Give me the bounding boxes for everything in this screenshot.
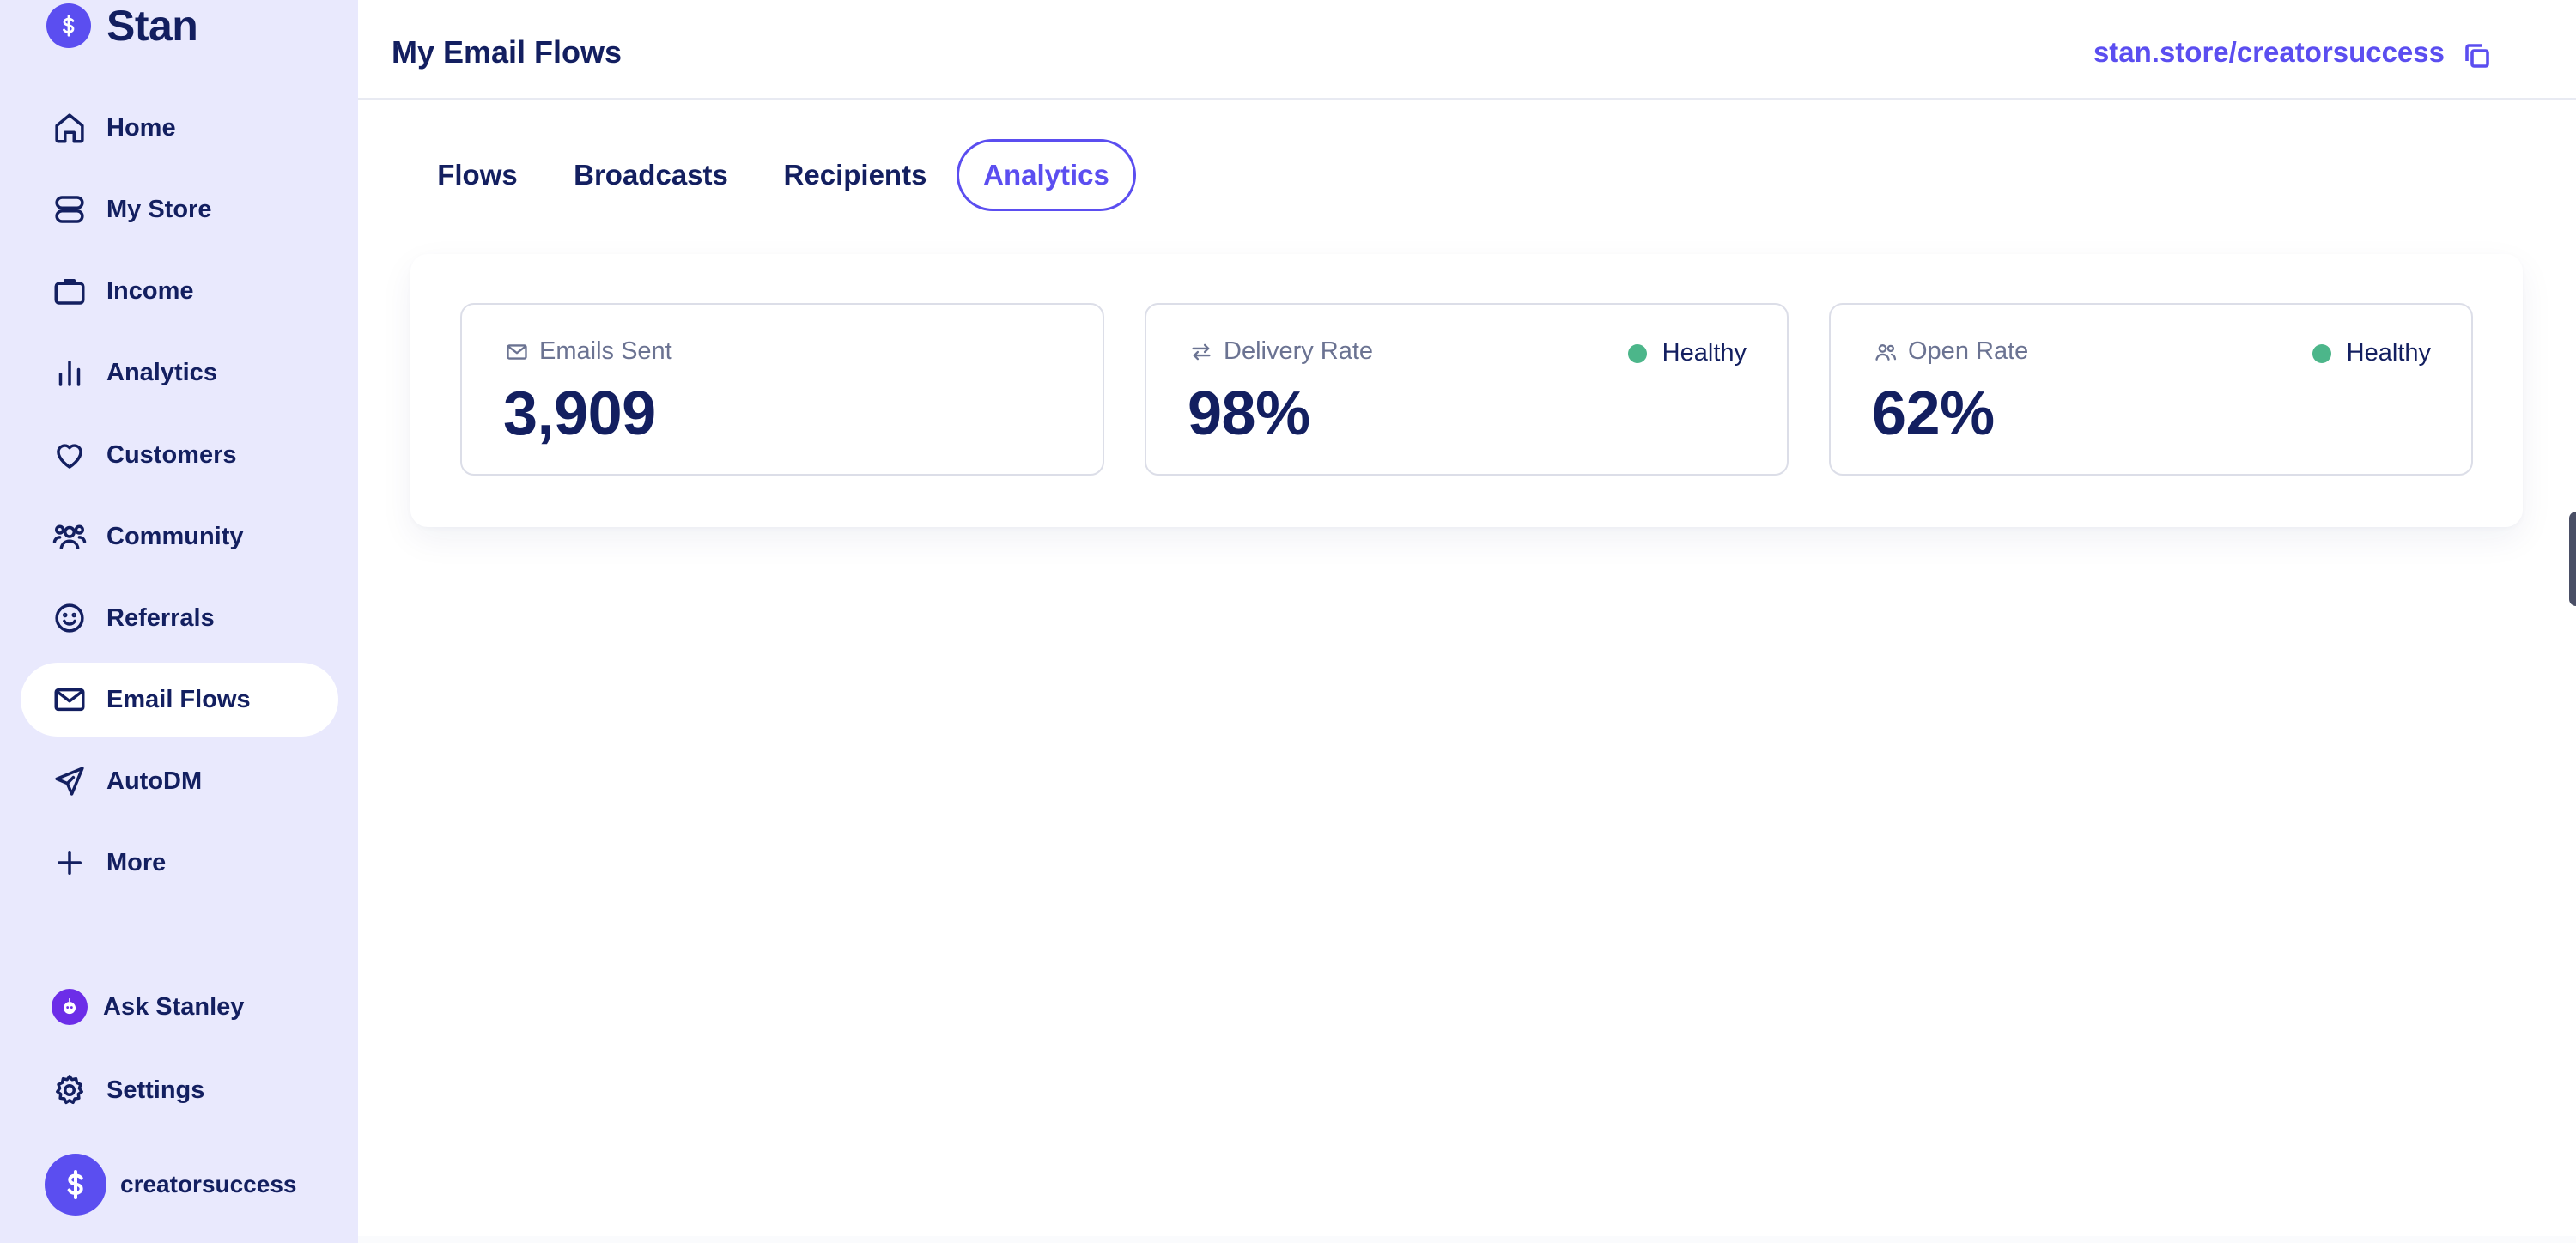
sidebar-item-label: More <box>106 848 167 876</box>
dollar-icon <box>67 1170 83 1199</box>
sidebar-item-settings[interactable]: Settings <box>21 1053 338 1127</box>
stat-open-rate: Open Rate 62% Healthy <box>1829 303 2473 476</box>
sidebar-item-label: AutoDM <box>106 767 203 795</box>
home-icon <box>50 108 89 148</box>
sidebar-item-label: Settings <box>106 1076 205 1104</box>
sidebar-item-income[interactable]: Income <box>21 254 338 328</box>
sidebar-item-more[interactable]: More <box>21 826 338 900</box>
stanley-icon-wrap <box>50 987 89 1027</box>
page-title: My Email Flows <box>392 34 623 70</box>
store-link[interactable]: stan.store/creatorsuccess <box>2093 36 2445 69</box>
tab-flows[interactable]: Flows <box>423 139 532 211</box>
stat-label: Emails Sent <box>505 337 672 366</box>
users-icon <box>1875 343 1897 361</box>
sidebar-item-home[interactable]: Home <box>21 91 338 165</box>
sidebar-item-label: Referrals <box>106 603 215 632</box>
store-icon <box>50 190 89 229</box>
stanley-icon <box>52 989 88 1025</box>
gear-icon <box>50 1070 89 1110</box>
sidebar-item-autodm[interactable]: AutoDM <box>21 744 338 818</box>
plus-icon <box>50 843 89 882</box>
status-text: Healthy <box>1662 339 1747 367</box>
stat-value: 62% <box>1872 379 1995 448</box>
sidebar: Stan Home My Store Income Analytics Cust… <box>0 0 358 1243</box>
sidebar-item-label: Home <box>106 113 176 142</box>
heart-icon <box>50 435 89 475</box>
mail-icon <box>50 680 89 719</box>
briefcase-icon <box>50 271 89 311</box>
send-icon <box>50 761 89 801</box>
brand[interactable]: Stan <box>46 2 198 50</box>
analytics-card: Emails Sent 3,909 Delivery Rate 98% Heal… <box>410 254 2523 527</box>
side-drawer-handle[interactable] <box>2569 512 2576 606</box>
sidebar-item-label: Analytics <box>106 358 217 386</box>
stat-label-text: Emails Sent <box>539 337 672 365</box>
brand-name: Stan <box>106 2 198 50</box>
tab-analytics[interactable]: Analytics <box>957 139 1136 211</box>
smile-icon <box>50 598 89 638</box>
mail-icon <box>507 343 527 360</box>
sidebar-item-community[interactable]: Community <box>21 500 338 573</box>
sidebar-item-email-flows[interactable]: Email Flows <box>21 663 338 737</box>
stat-label: Delivery Rate <box>1189 337 1373 366</box>
sidebar-item-my-store[interactable]: My Store <box>21 173 338 246</box>
tab-broadcasts[interactable]: Broadcasts <box>561 139 741 211</box>
tab-recipients[interactable]: Recipients <box>770 139 940 211</box>
sidebar-item-label: Customers <box>106 440 237 469</box>
status-text: Healthy <box>2346 339 2431 367</box>
stat-label-text: Delivery Rate <box>1224 337 1374 365</box>
dollar-icon <box>46 3 91 48</box>
swap-arrows-icon <box>1192 343 1211 360</box>
copy-icon[interactable] <box>2460 39 2494 73</box>
sidebar-item-referrals[interactable]: Referrals <box>21 581 338 655</box>
stat-label: Open Rate <box>1874 337 2028 366</box>
avatar <box>45 1154 106 1216</box>
stat-delivery-rate: Delivery Rate 98% Healthy <box>1145 303 1789 476</box>
header: My Email Flows stan.store/creatorsuccess <box>358 0 2576 100</box>
sidebar-item-label: Email Flows <box>106 685 251 713</box>
status-dot <box>1627 343 1647 363</box>
sidebar-item-label: Community <box>106 522 244 550</box>
sidebar-item-customers[interactable]: Customers <box>21 418 338 492</box>
status-badge: Healthy <box>1627 339 1747 367</box>
bar-chart-icon <box>50 353 89 392</box>
sidebar-item-analytics[interactable]: Analytics <box>21 336 338 409</box>
profile-username: creatorsuccess <box>120 1171 297 1198</box>
sidebar-item-label: My Store <box>106 195 212 223</box>
status-dot <box>2312 343 2331 363</box>
profile[interactable]: creatorsuccess <box>45 1154 296 1216</box>
sidebar-item-label: Ask Stanley <box>103 992 245 1021</box>
stat-emails-sent: Emails Sent 3,909 <box>460 303 1104 476</box>
stat-label-text: Open Rate <box>1908 337 2029 365</box>
sidebar-item-label: Income <box>106 276 194 305</box>
stat-value: 3,909 <box>503 379 656 448</box>
stat-value: 98% <box>1188 379 1310 448</box>
users-icon <box>50 517 89 556</box>
status-badge: Healthy <box>2312 339 2431 367</box>
bottom-divider <box>358 1236 2576 1243</box>
sidebar-item-ask-stanley[interactable]: Ask Stanley <box>21 970 338 1044</box>
